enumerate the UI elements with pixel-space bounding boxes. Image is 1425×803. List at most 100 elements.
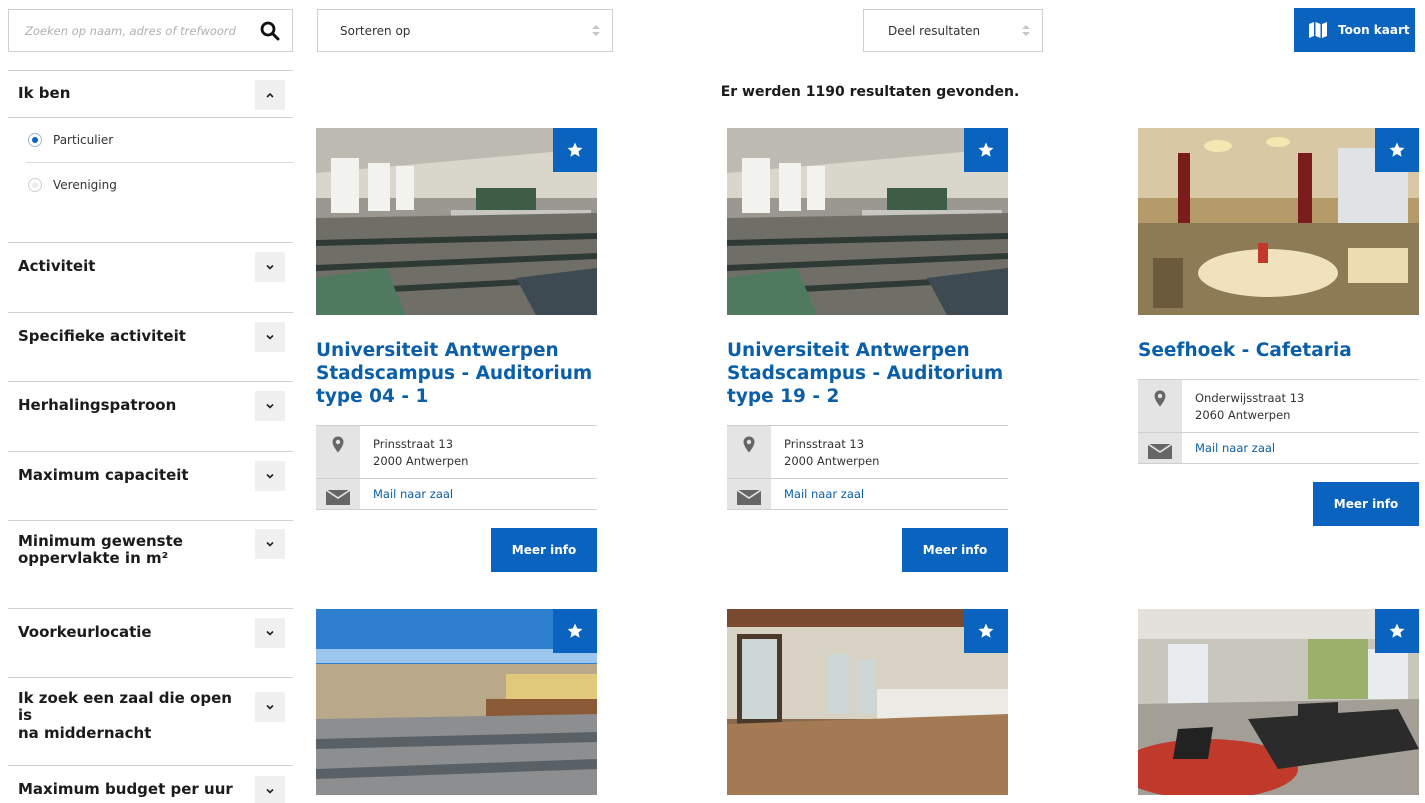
more-info-button[interactable]: Meer info	[1313, 482, 1419, 526]
chevron-down-icon[interactable]	[255, 322, 285, 352]
chevron-down-icon[interactable]	[255, 461, 285, 491]
filter-activiteit[interactable]: Activiteit	[8, 242, 293, 290]
envelope-icon	[326, 489, 350, 505]
venue-title[interactable]: Seefhoek - Cafetaria	[1138, 339, 1419, 362]
venue-photo[interactable]	[316, 128, 597, 315]
venue-photo[interactable]	[316, 609, 597, 795]
chevron-down-icon[interactable]	[255, 776, 285, 803]
venue-title-line: Seefhoek - Cafetaria	[1138, 340, 1352, 361]
filter-minimum-oppervlakte-label-line2: oppervlakte in m²	[18, 549, 169, 568]
filter-ik-ben-header[interactable]: Ik ben	[8, 71, 293, 118]
favorite-button[interactable]	[1375, 609, 1419, 653]
filter-ik-ben: Ik ben Particulier Vereniging	[8, 70, 293, 242]
venue-street: Prinsstraat 13	[373, 437, 454, 451]
filter-minimum-oppervlakte[interactable]: Minimum gewenste oppervlakte in m²	[8, 520, 293, 586]
filter-specifieke-activiteit[interactable]: Specifieke activiteit	[8, 312, 293, 359]
venue-title-line: Universiteit Antwerpen	[316, 340, 559, 361]
chevron-down-icon[interactable]	[255, 391, 285, 421]
favorite-button[interactable]	[1375, 128, 1419, 172]
chevron-down-icon[interactable]	[255, 529, 285, 559]
venue-photo[interactable]	[727, 128, 1008, 315]
more-info-button[interactable]: Meer info	[491, 528, 597, 572]
mail-link[interactable]: Mail naar zaal	[360, 479, 453, 509]
venue-mail-row: Mail naar zaal	[727, 479, 1008, 509]
star-icon	[1389, 142, 1405, 157]
share-results-select[interactable]: Deel resultaten	[863, 9, 1043, 52]
envelope-icon	[737, 489, 761, 505]
chevron-down-icon[interactable]	[255, 618, 285, 648]
venue-photo[interactable]	[1138, 609, 1419, 795]
favorite-button[interactable]	[553, 609, 597, 653]
venue-photo[interactable]	[727, 609, 1008, 795]
option-particulier[interactable]: Particulier	[26, 118, 293, 162]
location-pin-icon	[332, 436, 344, 453]
search-input[interactable]	[9, 10, 259, 51]
venue-city: 2000 Antwerpen	[373, 454, 469, 468]
venue-title-line: Universiteit Antwerpen	[727, 340, 970, 361]
filter-ik-ben-options: Particulier Vereniging	[8, 118, 293, 242]
result-card: Seefhoek - Cafetaria Onderwijsstraat 13 2…	[1138, 128, 1419, 526]
venue-title-line: type 04 - 1	[316, 386, 429, 407]
search-icon[interactable]	[260, 21, 280, 41]
result-card: Universiteit Antwerpen Stadscampus - Aud…	[727, 128, 1008, 572]
sort-select[interactable]: Sorteren op	[317, 9, 613, 52]
sort-select-label: Sorteren op	[340, 24, 411, 38]
filter-maximum-capaciteit[interactable]: Maximum capaciteit	[8, 451, 293, 498]
venue-street: Onderwijsstraat 13	[1195, 391, 1305, 405]
venue-mail-row: Mail naar zaal	[316, 479, 597, 509]
star-icon	[978, 623, 994, 638]
select-arrows-icon	[592, 25, 600, 37]
option-vereniging-label: Vereniging	[53, 177, 117, 192]
favorite-button[interactable]	[964, 609, 1008, 653]
filter-open-na-middernacht[interactable]: Ik zoek een zaal die open is na midderna…	[8, 677, 293, 743]
result-card: Universiteit Antwerpen Stadscampus - Aud…	[316, 128, 597, 572]
venue-mail-row: Mail naar zaal	[1138, 433, 1419, 463]
favorite-button[interactable]	[553, 128, 597, 172]
filter-maximum-budget-label: Maximum budget per uur	[18, 780, 233, 799]
filter-specifieke-activiteit-label: Specifieke activiteit	[18, 326, 186, 345]
filter-minimum-oppervlakte-label-line1: Minimum gewenste	[18, 532, 183, 550]
filter-ik-ben-label: Ik ben	[18, 84, 71, 103]
favorite-button[interactable]	[964, 128, 1008, 172]
radio-unselected-icon[interactable]	[28, 177, 42, 192]
select-arrows-icon	[1022, 25, 1030, 37]
radio-selected-icon[interactable]	[28, 133, 42, 147]
venue-address: Prinsstraat 13 2000 Antwerpen	[727, 426, 1008, 479]
chevron-up-icon[interactable]	[255, 80, 285, 110]
venue-title-line: type 19 - 2	[727, 386, 840, 407]
map-icon	[1309, 22, 1327, 38]
result-card	[727, 609, 1008, 795]
filter-open-na-middernacht-label-line2: na middernacht	[18, 723, 152, 742]
venue-photo[interactable]	[1138, 128, 1419, 315]
show-map-button[interactable]: Toon kaart	[1294, 8, 1415, 52]
venue-details: Prinsstraat 13 2000 Antwerpen Mail naar z…	[727, 425, 1008, 510]
filter-voorkeurlocatie-label: Voorkeurlocatie	[18, 622, 152, 641]
chevron-down-icon[interactable]	[255, 252, 285, 282]
venue-address: Prinsstraat 13 2000 Antwerpen	[316, 426, 597, 479]
filter-voorkeurlocatie[interactable]: Voorkeurlocatie	[8, 608, 293, 655]
filter-herhalingspatroon[interactable]: Herhalingspatroon	[8, 381, 293, 428]
share-results-label: Deel resultaten	[888, 24, 981, 38]
show-map-label: Toon kaart	[1338, 23, 1410, 37]
venue-title[interactable]: Universiteit Antwerpen Stadscampus - Aud…	[727, 339, 1008, 408]
search-box	[8, 9, 293, 52]
more-info-button[interactable]: Meer info	[902, 528, 1008, 572]
venue-city: 2000 Antwerpen	[784, 454, 880, 468]
result-card	[1138, 609, 1419, 795]
chevron-down-icon[interactable]	[255, 692, 285, 722]
venue-title-line: Stadscampus - Auditorium	[316, 363, 593, 384]
star-icon	[1389, 623, 1405, 638]
option-vereniging[interactable]: Vereniging	[26, 162, 293, 206]
results-count: Er werden 1190 resultaten gevonden.	[720, 84, 1020, 100]
mail-link[interactable]: Mail naar zaal	[771, 479, 864, 509]
star-icon	[567, 142, 583, 157]
filter-maximum-budget[interactable]: Maximum budget per uur	[8, 765, 293, 803]
filter-herhalingspatroon-label: Herhalingspatroon	[18, 395, 177, 414]
venue-details: Onderwijsstraat 13 2060 Antwerpen Mail na…	[1138, 379, 1419, 464]
filter-sidebar: Ik ben Particulier Vereniging Activiteit…	[8, 70, 293, 803]
star-icon	[567, 623, 583, 638]
option-particulier-label: Particulier	[53, 133, 114, 147]
mail-link[interactable]: Mail naar zaal	[1182, 433, 1275, 463]
venue-title-line: Stadscampus - Auditorium	[727, 363, 1004, 384]
venue-title[interactable]: Universiteit Antwerpen Stadscampus - Aud…	[316, 339, 597, 408]
